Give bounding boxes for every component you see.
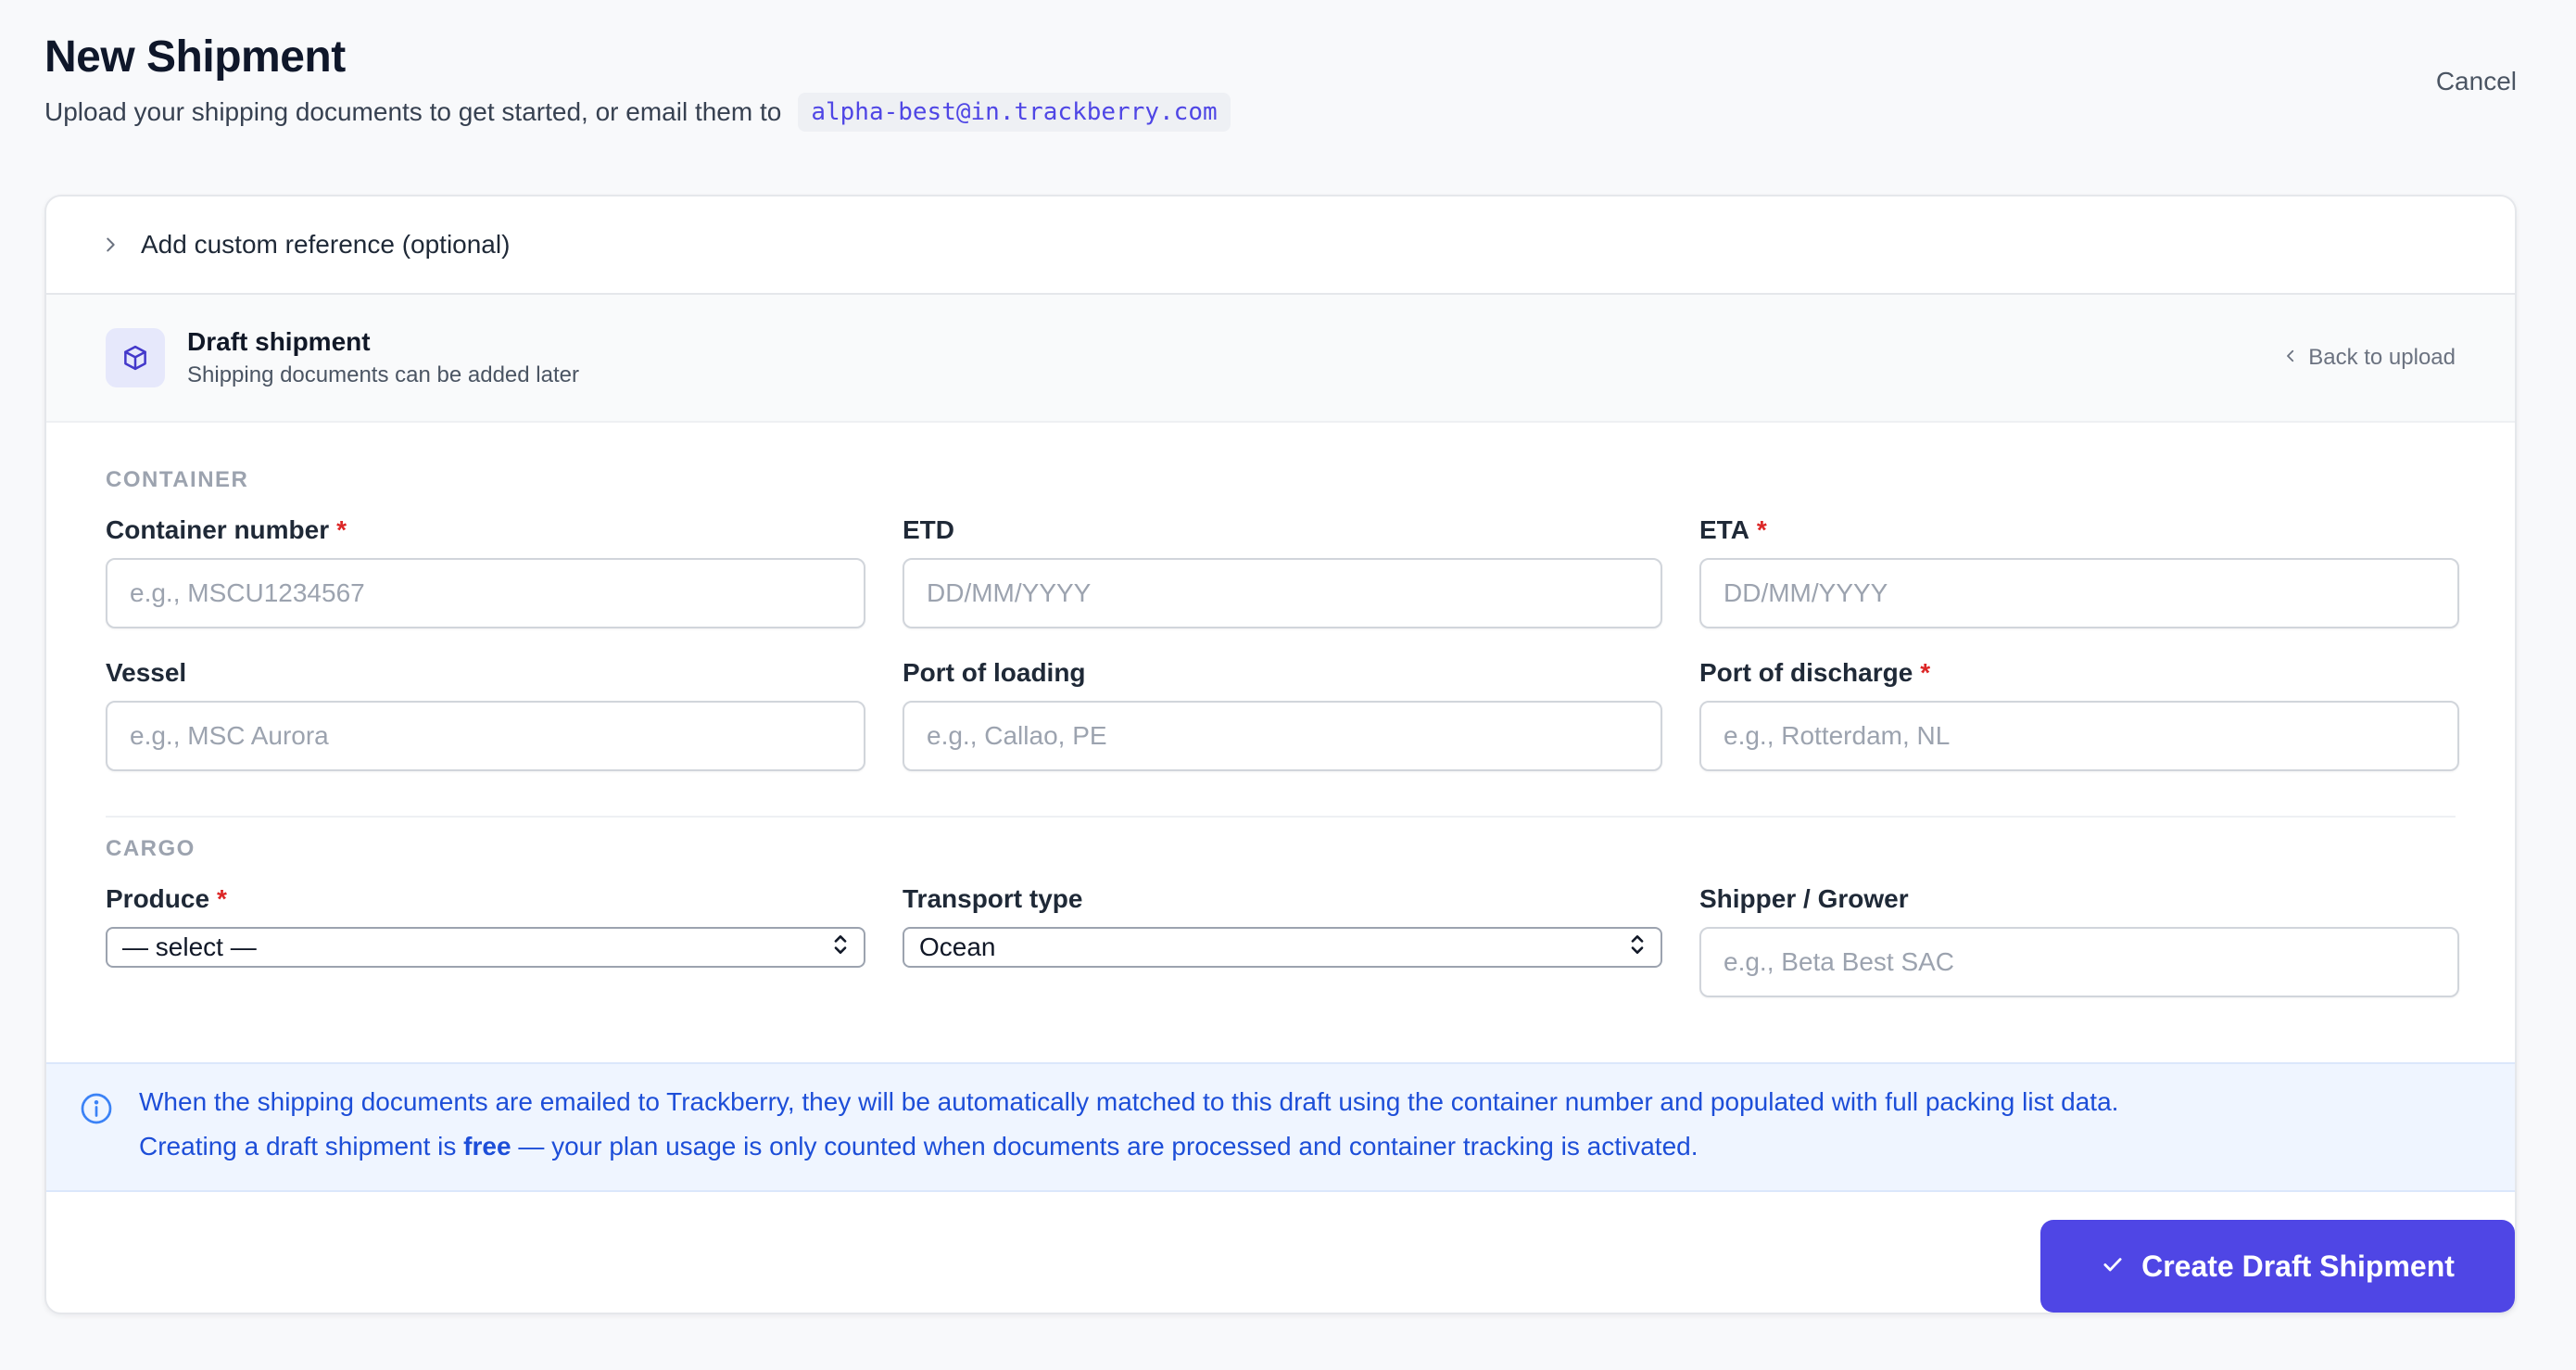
shipper-grower-input[interactable]	[1699, 927, 2459, 997]
vessel-field: Vessel	[106, 658, 865, 771]
required-marker: *	[336, 515, 347, 544]
chevron-right-icon	[96, 231, 124, 259]
package-icon	[106, 328, 165, 387]
cargo-section-label: CARGO	[106, 836, 196, 861]
etd-field: ETD	[903, 515, 1662, 628]
chevron-up-down-icon	[1629, 932, 1646, 963]
port-of-discharge-field: Port of discharge *	[1699, 658, 2459, 771]
transport-type-select-value: Ocean	[919, 932, 996, 961]
produce-select-value: — select —	[122, 932, 257, 961]
container-number-input[interactable]	[106, 558, 865, 628]
port-of-loading-input[interactable]	[903, 701, 1662, 771]
info-banner: When the shipping documents are emailed …	[46, 1062, 2515, 1192]
vessel-input[interactable]	[106, 701, 865, 771]
port-of-loading-field: Port of loading	[903, 658, 1662, 771]
info-line-2: Creating a draft shipment is free — your…	[139, 1132, 1698, 1161]
required-marker: *	[217, 884, 227, 913]
subtitle-text: Upload your shipping documents to get st…	[44, 97, 782, 126]
transport-type-label: Transport type	[903, 884, 1083, 913]
custom-reference-toggle[interactable]: Add custom reference (optional)	[46, 197, 2515, 295]
shipment-form-card: Add custom reference (optional) Draft sh…	[44, 195, 2517, 1314]
required-marker: *	[1920, 658, 1931, 687]
shipper-grower-label: Shipper / Grower	[1699, 884, 1909, 913]
create-draft-shipment-label: Create Draft Shipment	[2141, 1249, 2455, 1283]
port-of-discharge-label: Port of discharge *	[1699, 658, 1931, 687]
produce-field: Produce * — select —	[106, 884, 865, 997]
transport-type-field: Transport type Ocean	[903, 884, 1662, 997]
section-divider	[106, 816, 2456, 818]
create-draft-shipment-button[interactable]: Create Draft Shipment	[2040, 1220, 2515, 1313]
vessel-label: Vessel	[106, 658, 187, 687]
etd-label: ETD	[903, 515, 954, 544]
eta-label: ETA *	[1699, 515, 1767, 544]
form-body: CONTAINER Container number * ETD	[46, 423, 2515, 997]
eta-field: ETA *	[1699, 515, 2459, 628]
container-number-field: Container number *	[106, 515, 865, 628]
draft-title: Draft shipment	[187, 327, 371, 356]
inbound-email-address: alpha-best@in.trackberry.com	[798, 93, 1231, 132]
new-shipment-page: New Shipment Upload your shipping docume…	[0, 0, 2576, 1370]
required-marker: *	[1756, 515, 1767, 544]
info-free-emphasis: free	[463, 1132, 511, 1161]
chevron-up-down-icon	[832, 932, 849, 963]
etd-input[interactable]	[903, 558, 1662, 628]
container-fields-row-1: Container number * ETD ETA *	[106, 515, 2459, 628]
cancel-button[interactable]: Cancel	[2436, 67, 2517, 96]
shipper-grower-field: Shipper / Grower	[1699, 884, 2459, 997]
port-of-loading-label: Port of loading	[903, 658, 1086, 687]
eta-input[interactable]	[1699, 558, 2459, 628]
draft-subtitle: Shipping documents can be added later	[187, 362, 579, 387]
back-to-upload-label: Back to upload	[2308, 345, 2456, 370]
port-of-discharge-input[interactable]	[1699, 701, 2459, 771]
check-icon	[2101, 1249, 2125, 1284]
cargo-fields-row: Produce * — select — Transport type Ocea…	[106, 884, 2459, 997]
container-section-label: CONTAINER	[106, 467, 249, 492]
page-subtitle: Upload your shipping documents to get st…	[44, 93, 1231, 132]
chevron-left-icon	[2282, 345, 2299, 371]
produce-label: Produce *	[106, 884, 227, 913]
container-number-label: Container number *	[106, 515, 347, 544]
info-line-1: When the shipping documents are emailed …	[139, 1087, 2119, 1116]
draft-shipment-header: Draft shipment Shipping documents can be…	[46, 295, 2515, 423]
container-fields-row-2: Vessel Port of loading Port of discharge…	[106, 658, 2459, 771]
page-title: New Shipment	[44, 32, 346, 82]
custom-reference-label: Add custom reference (optional)	[141, 230, 511, 259]
info-icon	[80, 1092, 117, 1129]
produce-select[interactable]: — select —	[106, 927, 865, 968]
transport-type-select[interactable]: Ocean	[903, 927, 1662, 968]
back-to-upload-link[interactable]: Back to upload	[2282, 345, 2456, 371]
